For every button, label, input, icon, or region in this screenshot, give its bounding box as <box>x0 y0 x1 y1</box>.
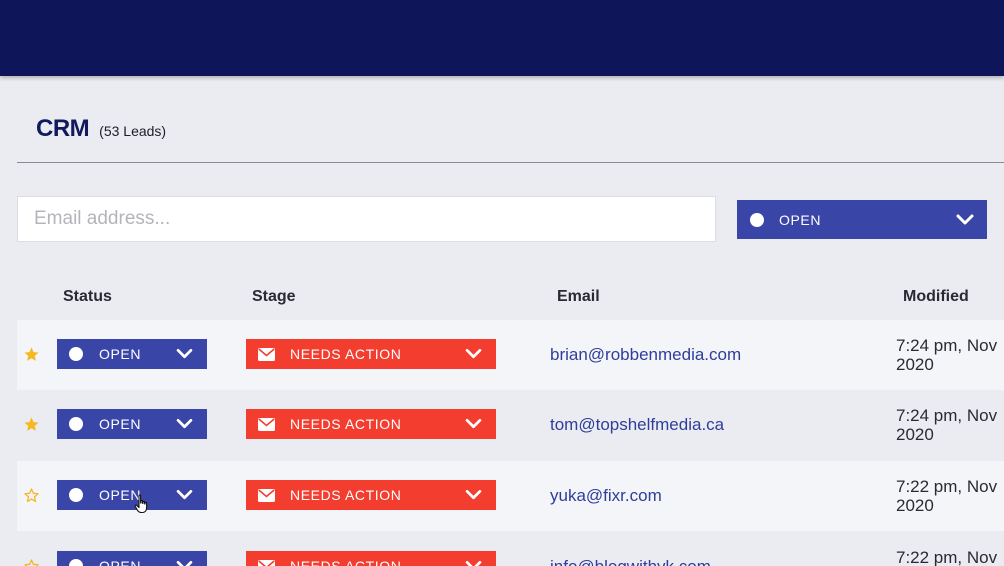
status-filter-dropdown[interactable]: OPEN <box>737 200 987 239</box>
status-dropdown[interactable]: OPEN <box>57 409 207 439</box>
stage-label: NEEDS ACTION <box>290 487 402 503</box>
stage-label: NEEDS ACTION <box>290 558 402 566</box>
chevron-down-icon <box>465 489 482 500</box>
modified-timestamp: 7:22 pm, Nov 2020 <box>896 477 1004 515</box>
chevron-down-icon <box>465 560 482 566</box>
star-filled-icon[interactable] <box>23 416 40 433</box>
stage-dropdown[interactable]: NEEDS ACTION <box>246 409 496 439</box>
column-header-status[interactable]: Status <box>63 288 112 306</box>
email-search-input[interactable] <box>17 196 716 242</box>
chevron-down-icon <box>176 560 193 566</box>
modified-time: 7:24 pm, Nov <box>896 406 998 425</box>
status-label: OPEN <box>99 346 142 362</box>
dot-icon <box>69 347 83 361</box>
modified-timestamp: 7:24 pm, Nov 2020 <box>896 406 1004 444</box>
heading-divider <box>17 162 1004 163</box>
envelope-icon <box>258 488 275 502</box>
column-header-email[interactable]: Email <box>557 288 600 306</box>
stage-label: NEEDS ACTION <box>290 346 402 362</box>
stage-dropdown[interactable]: NEEDS ACTION <box>246 551 496 566</box>
modified-year: 2020 <box>896 496 934 515</box>
stage-label: NEEDS ACTION <box>290 416 402 432</box>
modified-year: 2020 <box>896 425 934 444</box>
dot-icon <box>69 488 83 502</box>
status-dropdown[interactable]: OPEN <box>57 339 207 369</box>
column-header-stage[interactable]: Stage <box>252 288 296 306</box>
dot-icon <box>69 417 83 431</box>
column-header-modified[interactable]: Modified <box>903 288 969 306</box>
chevron-down-icon <box>176 348 193 359</box>
modified-time: 7:22 pm, Nov <box>896 548 998 566</box>
status-label: OPEN <box>99 416 142 432</box>
status-label: OPEN <box>99 558 142 566</box>
table-row: OPEN NEEDS ACTION brian@robbenmedia.com … <box>17 320 1004 390</box>
status-filter-label: OPEN <box>779 211 822 228</box>
table-row: OPEN NEEDS ACTION tom@topshelfmedia.ca 7… <box>17 390 1004 460</box>
modified-time: 7:22 pm, Nov <box>896 477 998 496</box>
table-row: OPEN NEEDS ACTION info@blogwithyk.com 7:… <box>17 532 1004 566</box>
hand-pointer-cursor-icon <box>134 494 148 514</box>
envelope-icon <box>258 417 275 431</box>
leads-count: (53 Leads) <box>99 123 167 139</box>
lead-email-link[interactable]: tom@topshelfmedia.ca <box>550 415 724 435</box>
star-outline-icon[interactable] <box>23 558 40 566</box>
star-filled-icon[interactable] <box>23 346 40 363</box>
dot-icon <box>750 212 764 227</box>
stage-dropdown[interactable]: NEEDS ACTION <box>246 339 496 369</box>
chevron-down-icon <box>465 418 482 429</box>
lead-email-link[interactable]: info@blogwithyk.com <box>550 557 711 566</box>
dot-icon <box>69 559 83 566</box>
lead-email-link[interactable]: brian@robbenmedia.com <box>550 345 741 365</box>
status-dropdown[interactable]: OPEN <box>57 551 207 566</box>
envelope-icon <box>258 347 275 361</box>
lead-email-link[interactable]: yuka@fixr.com <box>550 486 662 506</box>
status-dropdown[interactable]: OPEN <box>57 480 207 510</box>
modified-time: 7:24 pm, Nov <box>896 336 998 355</box>
modified-year: 2020 <box>896 355 934 374</box>
page-title: CRM <box>36 115 90 142</box>
modified-timestamp: 7:24 pm, Nov 2020 <box>896 336 1004 374</box>
stage-dropdown[interactable]: NEEDS ACTION <box>246 480 496 510</box>
chevron-down-icon <box>176 489 193 500</box>
envelope-icon <box>258 559 275 566</box>
chevron-down-icon <box>176 418 193 429</box>
top-navigation-bar <box>0 0 1004 76</box>
chevron-down-icon <box>465 348 482 359</box>
modified-timestamp: 7:22 pm, Nov 2020 <box>896 548 1004 566</box>
star-outline-icon[interactable] <box>23 487 40 504</box>
table-row: OPEN NEEDS ACTION yuka@fixr.com 7:22 pm,… <box>17 461 1004 531</box>
chevron-down-icon <box>956 214 974 224</box>
page-heading: CRM (53 Leads) <box>36 115 166 143</box>
